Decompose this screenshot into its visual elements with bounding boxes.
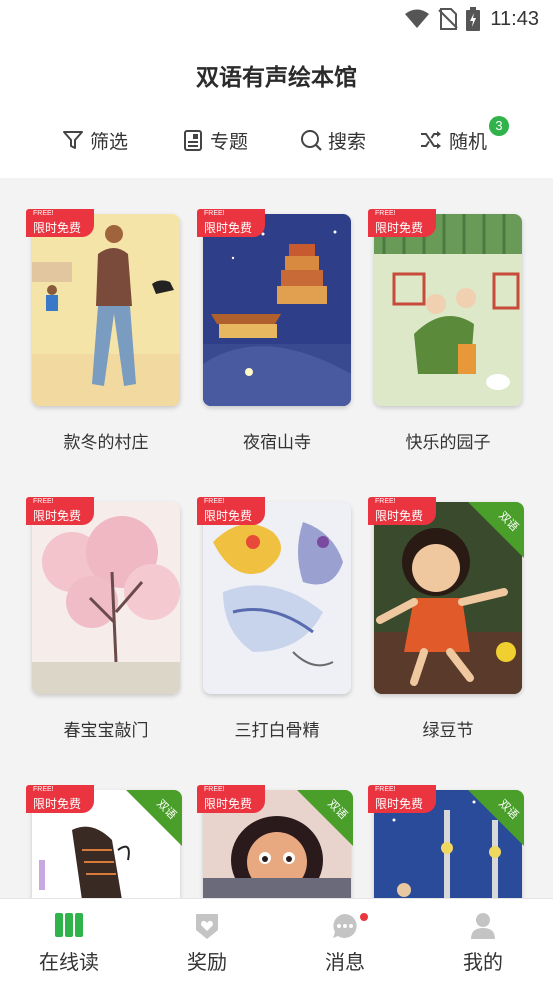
shuffle-icon [419,129,443,151]
random-badge: 3 [489,116,510,136]
page-title: 双语有声绘本馆 [196,65,357,91]
bottom-tab-bar: 在线读 奖励 消息 我的 [0,898,553,983]
tab-profile[interactable]: 我的 [414,899,552,983]
search-label: 搜索 [328,130,367,153]
search-icon [300,129,322,151]
random-label: 随机 [449,130,488,153]
tab-online-read[interactable]: 在线读 [0,899,138,983]
random-button[interactable]: 随机 3 [419,116,510,162]
book-cover [32,502,180,694]
tab-label: 消息 [325,950,365,974]
tab-label: 我的 [463,950,503,974]
topics-button[interactable]: 专题 [182,118,248,162]
topics-label: 专题 [210,130,249,153]
books-icon [54,912,84,942]
free-promo-ribbon: FREE! 限时免费 [368,209,436,237]
free-promo-ribbon: FREE! 限时免费 [197,785,265,813]
message-icon [331,912,359,944]
book-title: 款冬的村庄 [63,433,149,453]
free-promo-ribbon: FREE! 限时免费 [368,785,436,813]
toolbar: 筛选 专题 搜索 随机 3 [0,116,553,162]
book-cover [203,214,351,406]
bilingual-corner-tag: 双语 [468,790,524,846]
search-button[interactable]: 搜索 [300,118,366,162]
topics-icon [182,129,204,151]
book-title: 夜宿山寺 [243,433,311,453]
battery-charging-icon [466,7,481,31]
tab-messages[interactable]: 消息 [276,899,414,983]
reward-icon [194,912,220,944]
unread-dot [360,913,368,921]
book-cover [374,214,522,406]
free-promo-ribbon: FREE! 限时免费 [26,497,94,525]
wifi-icon [404,9,430,29]
tab-label: 奖励 [187,950,227,974]
bilingual-corner-tag: 双语 [297,790,353,846]
filter-button[interactable]: 筛选 [62,118,128,162]
book-grid: FREE! 限时免费 款冬的村庄 FREE! 限时免费 夜宿山寺 FREE! 限… [0,178,553,898]
profile-icon [470,912,496,944]
bilingual-corner-tag: 双语 [126,790,182,846]
filter-label: 筛选 [90,130,129,153]
book-title: 绿豆节 [422,721,474,741]
tab-label: 在线读 [39,950,99,974]
free-promo-ribbon: FREE! 限时免费 [197,209,265,237]
no-sim-icon [438,8,459,30]
book-title: 春宝宝敲门 [63,721,149,741]
book-cover [32,214,180,406]
status-bar: 11:43 [0,0,553,38]
bilingual-corner-tag: 双语 [468,502,524,558]
filter-icon [62,129,84,151]
book-title: 快乐的园子 [405,433,491,453]
book-title: 三打白骨精 [234,721,320,741]
free-promo-ribbon: FREE! 限时免费 [197,497,265,525]
free-promo-ribbon: FREE! 限时免费 [368,497,436,525]
free-promo-ribbon: FREE! 限时免费 [26,785,94,813]
free-promo-ribbon: FREE! 限时免费 [26,209,94,237]
status-time: 11:43 [490,7,539,30]
tab-reward[interactable]: 奖励 [138,899,276,983]
book-cover [203,502,351,694]
